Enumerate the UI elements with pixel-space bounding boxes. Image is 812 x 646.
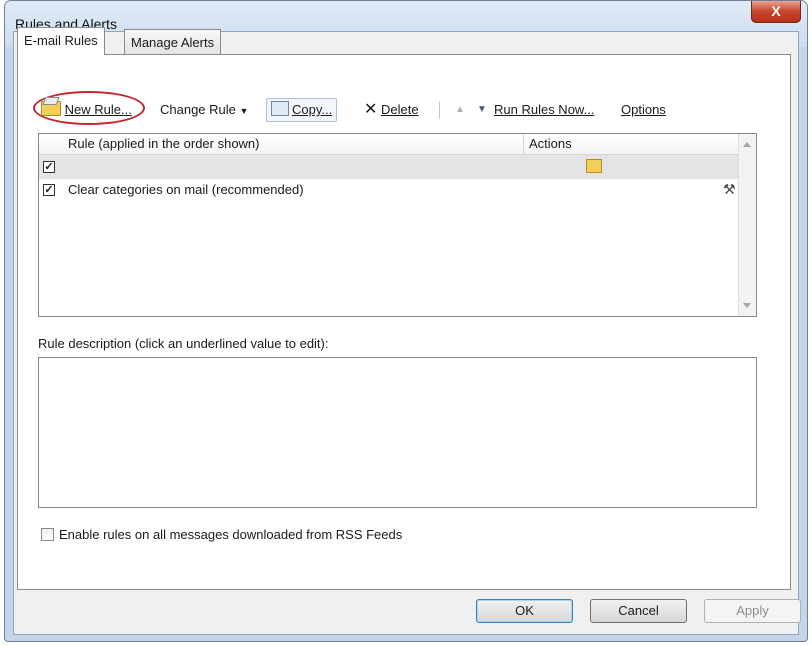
ok-button[interactable]: OK [476,599,573,623]
delete-button[interactable]: ✕ Delete [364,98,419,122]
run-rules-now-button[interactable]: Run Rules Now... [494,98,594,122]
apply-button[interactable]: Apply [704,599,801,623]
rules-list[interactable]: Rule (applied in the order shown) Action… [38,133,757,317]
rss-checkbox[interactable] [41,528,54,541]
new-rule-icon [41,101,61,116]
tab-email-rules[interactable]: E-mail Rules [17,27,105,55]
rule-name: Clear categories on mail (recommended) [68,182,304,197]
rule-description-box[interactable] [38,357,757,508]
toolbar-separator [439,101,440,119]
dropdown-arrow-icon: ▼ [239,106,249,116]
change-rule-button[interactable]: Change Rule ▼ [160,98,248,122]
close-button[interactable]: X [751,1,801,23]
rules-list-header: Rule (applied in the order shown) Action… [39,134,739,155]
folder-move-icon [586,159,602,173]
tools-icon: ⚒ [723,181,736,197]
copy-button[interactable]: Copy... [266,98,338,122]
options-button[interactable]: Options [621,98,666,122]
options-label: Options [621,102,666,117]
rules-list-scrollbar[interactable] [738,134,756,316]
copy-icon [271,101,289,116]
copy-label: Copy... [292,102,333,117]
move-down-icon[interactable]: ▼ [477,98,487,122]
column-divider [523,134,524,154]
cancel-button[interactable]: Cancel [590,599,687,623]
rule-row[interactable]: ✓ [39,155,739,179]
new-rule-button[interactable]: New Rule... [41,98,132,122]
change-rule-label: Change Rule [160,102,236,117]
move-up-icon[interactable]: ▲ [455,98,465,122]
column-header-rule[interactable]: Rule (applied in the order shown) [68,136,260,151]
tab-manage-alerts[interactable]: Manage Alerts [124,29,222,54]
delete-icon: ✕ [364,101,378,118]
scroll-down-icon[interactable] [743,303,751,308]
column-header-actions[interactable]: Actions [529,136,572,151]
rule-row[interactable]: ✓ Clear categories on mail (recommended)… [39,179,739,201]
run-rules-now-label: Run Rules Now... [494,102,595,117]
new-rule-label: New Rule... [64,102,132,117]
rule-description-label: Rule description (click an underlined va… [38,336,329,351]
delete-label: Delete [381,102,419,117]
rss-checkbox-label: Enable rules on all messages downloaded … [59,527,403,542]
scroll-up-icon[interactable] [743,142,751,147]
rule-enabled-checkbox[interactable]: ✓ [43,184,55,196]
rule-enabled-checkbox[interactable]: ✓ [43,161,55,173]
